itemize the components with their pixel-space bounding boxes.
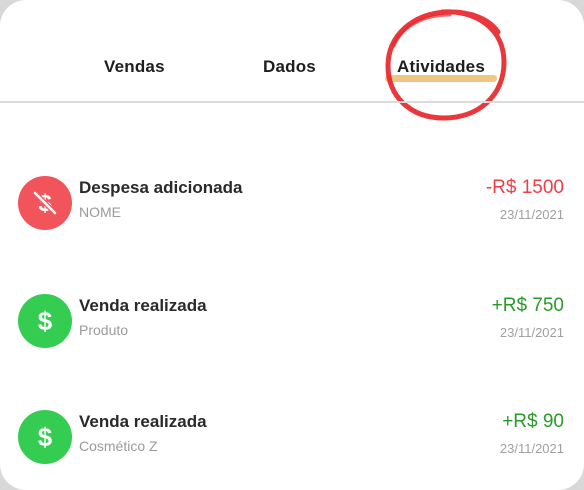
activity-row[interactable]: $ Venda realizada Cosmético Z +R$ 90 23/… xyxy=(0,400,584,470)
activity-amount: -R$ 1500 xyxy=(485,177,564,198)
activity-subtitle: Produto xyxy=(79,322,129,338)
activity-amount: +R$ 90 xyxy=(502,411,564,432)
activity-subtitle: Cosmético Z xyxy=(79,438,158,454)
activity-amount: +R$ 750 xyxy=(491,295,564,316)
tab-divider xyxy=(0,101,584,103)
tab-atividades[interactable]: Atividades xyxy=(397,57,485,77)
tab-vendas[interactable]: Vendas xyxy=(104,57,165,77)
activity-title: Venda realizada xyxy=(79,296,207,315)
no-money-icon: $ xyxy=(18,176,72,230)
activity-date: 23/11/2021 xyxy=(499,325,564,340)
dollar-icon: $ xyxy=(18,294,72,348)
activity-subtitle: NOME xyxy=(79,204,121,220)
activity-date: 23/11/2021 xyxy=(499,441,564,456)
tab-bar: Vendas Dados Atividades xyxy=(0,0,584,121)
activities-card: Vendas Dados Atividades $ Despesa adicio… xyxy=(0,0,584,490)
activity-date: 23/11/2021 xyxy=(499,207,564,222)
svg-text:$: $ xyxy=(38,306,53,336)
activity-title: Venda realizada xyxy=(79,412,207,431)
tab-vendas-label: Vendas xyxy=(104,57,165,76)
activity-title: Despesa adicionada xyxy=(79,178,243,197)
svg-text:$: $ xyxy=(38,422,53,452)
tab-dados[interactable]: Dados xyxy=(263,57,316,77)
tab-dados-label: Dados xyxy=(263,57,316,76)
activity-row[interactable]: $ Despesa adicionada NOME -R$ 1500 23/11… xyxy=(0,166,584,236)
tab-atividades-label: Atividades xyxy=(397,57,485,76)
activity-row[interactable]: $ Venda realizada Produto +R$ 750 23/11/… xyxy=(0,284,584,354)
dollar-icon: $ xyxy=(18,410,72,464)
